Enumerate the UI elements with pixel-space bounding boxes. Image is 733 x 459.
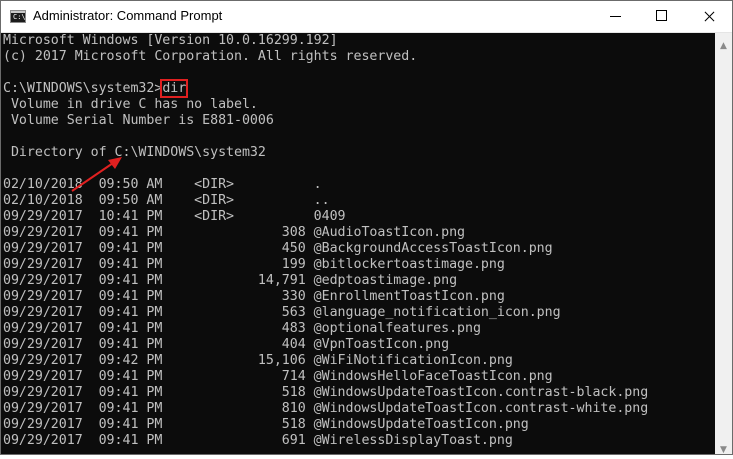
file-entry: 09/29/2017 09:42 PM 15,106 @WiFiNotifica…: [3, 353, 513, 368]
file-entry: 09/29/2017 09:41 PM 450 @BackgroundAcces…: [3, 241, 553, 256]
file-entry: 09/29/2017 09:41 PM 563 @language_notifi…: [3, 305, 561, 320]
command-line: C:\WINDOWS\system32>dir: [3, 79, 189, 98]
dir-command-highlight: dir: [160, 79, 189, 98]
directory-line: Directory of C:\WINDOWS\system32: [3, 145, 266, 160]
file-entry: 09/29/2017 09:41 PM 691 @WirelessDisplay…: [3, 433, 513, 448]
file-entry: 09/29/2017 09:41 PM 714 @WindowsHelloFac…: [3, 369, 553, 384]
prompt-text: C:\WINDOWS\system32>: [3, 81, 163, 96]
minimize-icon: [610, 16, 621, 17]
file-entry: 09/29/2017 09:41 PM 308 @AudioToastIcon.…: [3, 225, 465, 240]
file-entry: 02/10/2018 09:50 AM <DIR> .: [3, 177, 322, 192]
file-entry: 09/29/2017 09:41 PM 810 @WindowsUpdateTo…: [3, 401, 649, 416]
console-line: Volume Serial Number is E881-0006: [3, 113, 274, 128]
scroll-down-button[interactable]: ▼: [715, 437, 732, 455]
file-entry: 02/10/2018 09:50 AM <DIR> ..: [3, 193, 330, 208]
console-line: Volume in drive C has no label.: [3, 97, 258, 112]
scroll-up-button[interactable]: ▲: [715, 33, 732, 51]
file-entry: 09/29/2017 09:41 PM 14,791 @edptoastimag…: [3, 273, 458, 288]
console-line: (c) 2017 Microsoft Corporation. All righ…: [3, 49, 418, 64]
file-entry: 09/29/2017 09:41 PM 199 @bitlockertoasti…: [3, 257, 505, 272]
file-entry: 09/29/2017 09:41 PM 518 @WindowsUpdateTo…: [3, 385, 649, 400]
file-entry: 09/29/2017 09:41 PM 404 @VpnToastIcon.pn…: [3, 337, 450, 352]
file-entry: 09/29/2017 09:41 PM 518 @WindowsUpdateTo…: [3, 417, 529, 432]
title-bar[interactable]: C:\ Administrator: Command Prompt: [1, 1, 732, 33]
maximize-icon: [656, 10, 667, 21]
file-entry: 09/29/2017 09:41 PM 330 @EnrollmentToast…: [3, 289, 505, 304]
vertical-scrollbar[interactable]: ▲ ▼: [715, 33, 732, 455]
command-prompt-window: C:\ Administrator: Command Prompt Micros…: [0, 0, 733, 455]
console-line: Microsoft Windows [Version 10.0.16299.19…: [3, 33, 338, 48]
maximize-button[interactable]: [638, 1, 684, 32]
window-title: Administrator: Command Prompt: [33, 8, 223, 23]
minimize-button[interactable]: [592, 1, 638, 32]
close-button[interactable]: [686, 1, 732, 32]
cmd-icon: C:\: [10, 10, 26, 23]
chevron-down-icon: ▼: [720, 445, 727, 455]
console-output[interactable]: Microsoft Windows [Version 10.0.16299.19…: [2, 33, 715, 454]
file-entry: 09/29/2017 09:41 PM 483 @optionalfeature…: [3, 321, 481, 336]
file-entry: 09/29/2017 10:41 PM <DIR> 0409: [3, 209, 346, 224]
